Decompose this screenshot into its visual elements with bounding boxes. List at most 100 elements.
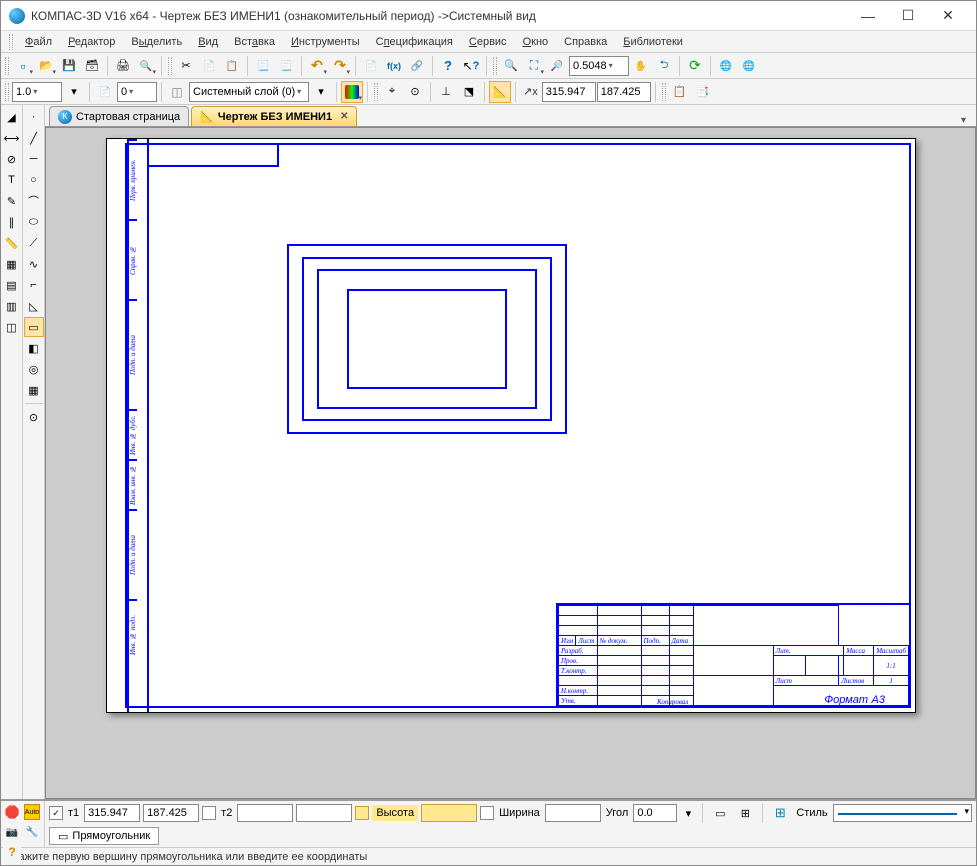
snap1-button[interactable] bbox=[381, 81, 403, 103]
line-button[interactable]: ─ bbox=[24, 149, 44, 169]
edit-set-button[interactable]: ✎ bbox=[2, 191, 22, 211]
polyline-button[interactable]: ⟋ bbox=[24, 233, 44, 253]
toolbar-grip[interactable] bbox=[662, 83, 666, 101]
fillet-button[interactable]: ⌐ bbox=[24, 275, 44, 295]
spline-button[interactable]: ∿ bbox=[24, 254, 44, 274]
t1-y-input[interactable] bbox=[143, 804, 199, 822]
render2-button[interactable] bbox=[738, 55, 760, 77]
t2-x-input[interactable] bbox=[237, 804, 293, 822]
params-set-button[interactable]: ∥ bbox=[2, 212, 22, 232]
layer-combo[interactable]: Системный слой (0) bbox=[189, 82, 309, 102]
context-help-button[interactable]: ? bbox=[460, 55, 482, 77]
minimize-button[interactable]: — bbox=[848, 4, 888, 28]
paste-button[interactable] bbox=[221, 55, 243, 77]
menu-window[interactable]: Окно bbox=[515, 34, 557, 50]
views-set-button[interactable]: ◫ bbox=[2, 317, 22, 337]
menu-insert[interactable]: Вставка bbox=[226, 34, 283, 50]
toolbar-grip[interactable] bbox=[9, 34, 13, 50]
menu-select[interactable]: Выделить bbox=[123, 34, 190, 50]
menu-editor[interactable]: Редактор bbox=[60, 34, 123, 50]
redo-button[interactable]: ▾ bbox=[329, 55, 351, 77]
toolbar-grip[interactable] bbox=[374, 83, 378, 101]
circle-button[interactable]: ○ bbox=[24, 170, 44, 190]
tab-start-page[interactable]: K Стартовая страница bbox=[49, 106, 189, 126]
menu-help[interactable]: Справка bbox=[556, 34, 615, 50]
help-button[interactable] bbox=[437, 55, 459, 77]
state-button[interactable] bbox=[94, 81, 116, 103]
chamfer-button[interactable]: ◺ bbox=[24, 296, 44, 316]
variables-button[interactable] bbox=[383, 55, 405, 77]
ellipse-button[interactable]: ⬭ bbox=[24, 212, 44, 232]
maximize-button[interactable]: ☐ bbox=[888, 4, 928, 28]
collect-contour-button[interactable]: ◧ bbox=[24, 338, 44, 358]
layer-dd-button[interactable]: ▾ bbox=[310, 81, 332, 103]
aux-line-button[interactable]: ╱ bbox=[24, 128, 44, 148]
new-button[interactable]: ▾ bbox=[12, 55, 34, 77]
open-button[interactable]: ▾ bbox=[35, 55, 57, 77]
render-button[interactable] bbox=[715, 55, 737, 77]
menu-spec[interactable]: Спецификация bbox=[368, 34, 461, 50]
no-axes-button[interactable]: ▭ bbox=[709, 802, 731, 824]
arc-button[interactable]: ⌒ bbox=[24, 191, 44, 211]
text-set-button[interactable]: T bbox=[2, 170, 22, 190]
grid-button[interactable] bbox=[769, 802, 791, 824]
toolbar-grip[interactable] bbox=[5, 57, 9, 75]
panel-settings-button[interactable] bbox=[23, 823, 41, 841]
menu-tools[interactable]: Инструменты bbox=[283, 34, 368, 50]
undo-button[interactable]: ▾ bbox=[306, 55, 328, 77]
refresh-button[interactable] bbox=[684, 55, 706, 77]
remember-state-button[interactable] bbox=[3, 823, 21, 841]
sheets-button[interactable]: 📑 bbox=[692, 81, 714, 103]
menu-file[interactable]: Файл bbox=[17, 34, 60, 50]
print-button[interactable] bbox=[112, 55, 134, 77]
layers-button[interactable] bbox=[166, 81, 188, 103]
local-cs-button[interactable]: 📐 bbox=[489, 81, 511, 103]
print-preview-button[interactable]: ▾ bbox=[135, 55, 157, 77]
prev-view-button[interactable] bbox=[653, 55, 675, 77]
round-button[interactable]: ⬔ bbox=[458, 81, 480, 103]
dimensions-set-button[interactable]: ⟷ bbox=[2, 128, 22, 148]
copy-button[interactable] bbox=[198, 55, 220, 77]
close-button[interactable]: ✕ bbox=[928, 4, 968, 28]
toolbar-grip[interactable] bbox=[493, 57, 497, 75]
with-axes-button[interactable]: ⊞ bbox=[734, 802, 756, 824]
measure-set-button[interactable]: 📏 bbox=[2, 233, 22, 253]
state-combo[interactable]: 0 bbox=[117, 82, 157, 102]
save-button[interactable] bbox=[58, 55, 80, 77]
rectangle-button[interactable]: ▭ bbox=[24, 317, 44, 337]
tab-drawing[interactable]: 📐 Чертеж БЕЗ ИМЕНИ1 ✕ bbox=[191, 106, 357, 126]
stop-button[interactable] bbox=[3, 803, 21, 821]
line-style-combo[interactable] bbox=[833, 804, 972, 822]
save-all-button[interactable] bbox=[81, 55, 103, 77]
t1-lock-checkbox[interactable]: ✓ bbox=[49, 806, 63, 820]
library-manager-button[interactable] bbox=[360, 55, 382, 77]
zoom-fit-button[interactable]: ▾ bbox=[523, 55, 545, 77]
auto-create-button[interactable]: Auto bbox=[23, 803, 41, 821]
select-set-button[interactable]: ▦ bbox=[2, 254, 22, 274]
snap-menu-button[interactable]: ⊙ bbox=[24, 407, 44, 427]
width-input[interactable] bbox=[545, 804, 601, 822]
scale-dd-button[interactable]: ▾ bbox=[63, 81, 85, 103]
panel-help-button[interactable] bbox=[3, 843, 21, 861]
scale-combo[interactable]: 1.0 bbox=[12, 82, 62, 102]
height-lock-checkbox[interactable] bbox=[355, 806, 369, 820]
menu-service[interactable]: Сервис bbox=[461, 34, 515, 50]
menu-libraries[interactable]: Библиотеки bbox=[615, 34, 691, 50]
spec-set-button[interactable]: ▤ bbox=[2, 275, 22, 295]
drawing-canvas[interactable]: Перв. примен. Справ. № Подп. и дата Инв.… bbox=[45, 127, 976, 799]
t2-lock-checkbox[interactable] bbox=[202, 806, 216, 820]
cut-button[interactable] bbox=[175, 55, 197, 77]
copy-props-button[interactable] bbox=[252, 55, 274, 77]
links-button[interactable] bbox=[406, 55, 428, 77]
width-lock-checkbox[interactable] bbox=[480, 806, 494, 820]
height-input[interactable] bbox=[421, 804, 477, 822]
tab-close-button[interactable]: ✕ bbox=[340, 111, 348, 122]
zoom-scale-button[interactable] bbox=[546, 55, 568, 77]
hatch-button[interactable]: ▦ bbox=[24, 380, 44, 400]
pan-button[interactable] bbox=[630, 55, 652, 77]
zoom-window-button[interactable] bbox=[500, 55, 522, 77]
properties-button[interactable] bbox=[275, 55, 297, 77]
point-button[interactable]: · bbox=[24, 107, 44, 127]
toolbar-grip[interactable] bbox=[5, 83, 9, 101]
property-tab-rectangle[interactable]: ▭Прямоугольник bbox=[49, 827, 159, 845]
